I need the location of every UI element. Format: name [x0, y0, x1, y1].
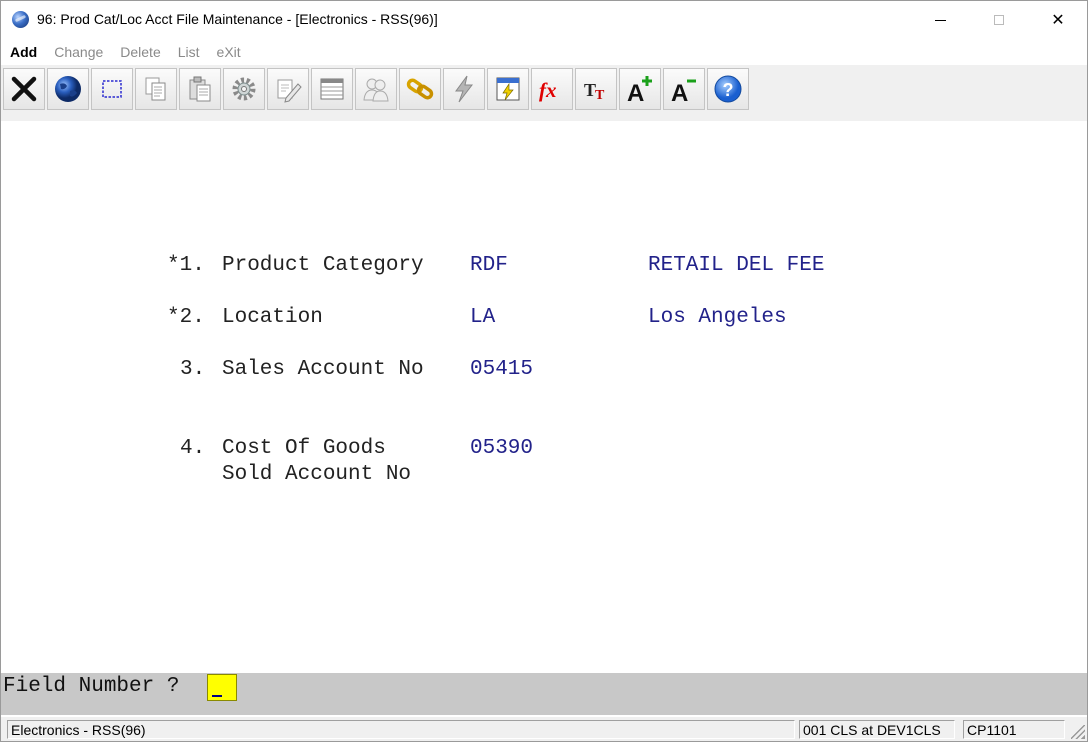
field-4-number: 4.	[180, 437, 206, 460]
status-code: CP1101	[963, 720, 1065, 739]
field-3-number: 3.	[180, 358, 206, 381]
link-icon	[406, 78, 434, 100]
paste-toolbar-button[interactable]	[179, 68, 221, 110]
field-1-label: Product Category	[222, 254, 424, 277]
window-title: 96: Prod Cat/Loc Acct File Maintenance -…	[37, 11, 438, 27]
table-toolbar-button[interactable]	[311, 68, 353, 110]
increase-font-icon: A	[627, 76, 652, 104]
field-4-value[interactable]: 05390	[470, 436, 533, 462]
field-1-number: *1.	[167, 254, 205, 277]
font-toolbar-button[interactable]: TT	[575, 68, 617, 110]
web-toolbar-button[interactable]	[47, 68, 89, 110]
resize-grip-icon[interactable]	[1071, 725, 1085, 739]
close-window-button[interactable]: ✕	[1035, 1, 1081, 39]
app-window: 96: Prod Cat/Loc Acct File Maintenance -…	[0, 0, 1088, 742]
field-2-number: *2.	[167, 306, 205, 329]
link-toolbar-button[interactable]	[399, 68, 441, 110]
function-icon: fx	[539, 78, 557, 102]
svg-text:A: A	[627, 80, 644, 104]
calculator-toolbar-button[interactable]	[487, 68, 529, 110]
svg-text:T: T	[595, 88, 605, 103]
form-area: *1. Product Category RDF RETAIL DEL FEE …	[1, 121, 1087, 673]
maximize-icon	[994, 15, 1004, 25]
field-2-value[interactable]: LA	[470, 305, 495, 331]
table-icon	[320, 78, 344, 100]
menu-bar: Add Change Delete List eXit	[1, 41, 1087, 63]
svg-text:?: ?	[723, 80, 734, 100]
field-number-input[interactable]	[207, 674, 237, 701]
toolbar: fx TT A A ?	[1, 65, 1087, 121]
globe-icon	[55, 76, 81, 102]
menu-exit[interactable]: eXit	[208, 44, 249, 60]
calculator-icon	[496, 77, 520, 101]
svg-text:fx: fx	[539, 78, 557, 102]
title-bar: 96: Prod Cat/Loc Acct File Maintenance -…	[1, 1, 1087, 39]
close-icon: ✕	[1051, 12, 1065, 29]
decrease-font-icon: A	[671, 79, 696, 104]
field-2-label: Location	[222, 306, 323, 329]
edit-icon	[277, 79, 302, 103]
settings-icon	[232, 77, 256, 101]
menu-delete[interactable]: Delete	[111, 44, 168, 60]
field-1-value[interactable]: RDF	[470, 253, 508, 279]
close-icon	[11, 76, 37, 102]
select-toolbar-button[interactable]	[91, 68, 133, 110]
svg-text:A: A	[671, 80, 688, 104]
status-bar: Electronics - RSS(96) 001 CLS at DEV1CLS…	[1, 717, 1087, 741]
users-icon	[363, 78, 389, 102]
minimize-button[interactable]	[917, 1, 963, 39]
copy-icon	[145, 77, 166, 101]
maximize-button[interactable]	[976, 1, 1022, 39]
selection-icon	[102, 80, 122, 98]
help-toolbar-button[interactable]: ?	[707, 68, 749, 110]
text-cursor	[212, 695, 222, 697]
lightning-icon	[455, 75, 474, 103]
edit-toolbar-button[interactable]	[267, 68, 309, 110]
field-4-label-line2: Sold Account No	[222, 463, 412, 486]
prompt-bar: Field Number ?	[1, 673, 1087, 715]
menu-change[interactable]: Change	[45, 44, 111, 60]
action-toolbar-button[interactable]	[443, 68, 485, 110]
users-toolbar-button[interactable]	[355, 68, 397, 110]
app-globe-icon	[12, 11, 29, 28]
field-1-description: RETAIL DEL FEE	[648, 254, 825, 277]
status-company: Electronics - RSS(96)	[7, 720, 795, 739]
settings-toolbar-button[interactable]	[223, 68, 265, 110]
increase-font-toolbar-button[interactable]: A	[619, 68, 661, 110]
function-toolbar-button[interactable]: fx	[531, 68, 573, 110]
paste-icon	[189, 76, 211, 102]
prompt-label: Field Number ?	[3, 675, 180, 698]
menu-add[interactable]: Add	[1, 44, 45, 60]
status-session: 001 CLS at DEV1CLS	[799, 720, 955, 739]
field-3-value[interactable]: 05415	[470, 357, 533, 383]
exit-toolbar-button[interactable]	[3, 68, 45, 110]
field-2-description: Los Angeles	[648, 306, 787, 329]
copy-toolbar-button[interactable]	[135, 68, 177, 110]
menu-list[interactable]: List	[169, 44, 208, 60]
minimize-icon	[934, 19, 946, 21]
help-icon: ?	[714, 75, 742, 103]
font-icon: TT	[584, 80, 605, 103]
field-3-label: Sales Account No	[222, 358, 424, 381]
decrease-font-toolbar-button[interactable]: A	[663, 68, 705, 110]
field-4-label-line1: Cost Of Goods	[222, 437, 386, 460]
